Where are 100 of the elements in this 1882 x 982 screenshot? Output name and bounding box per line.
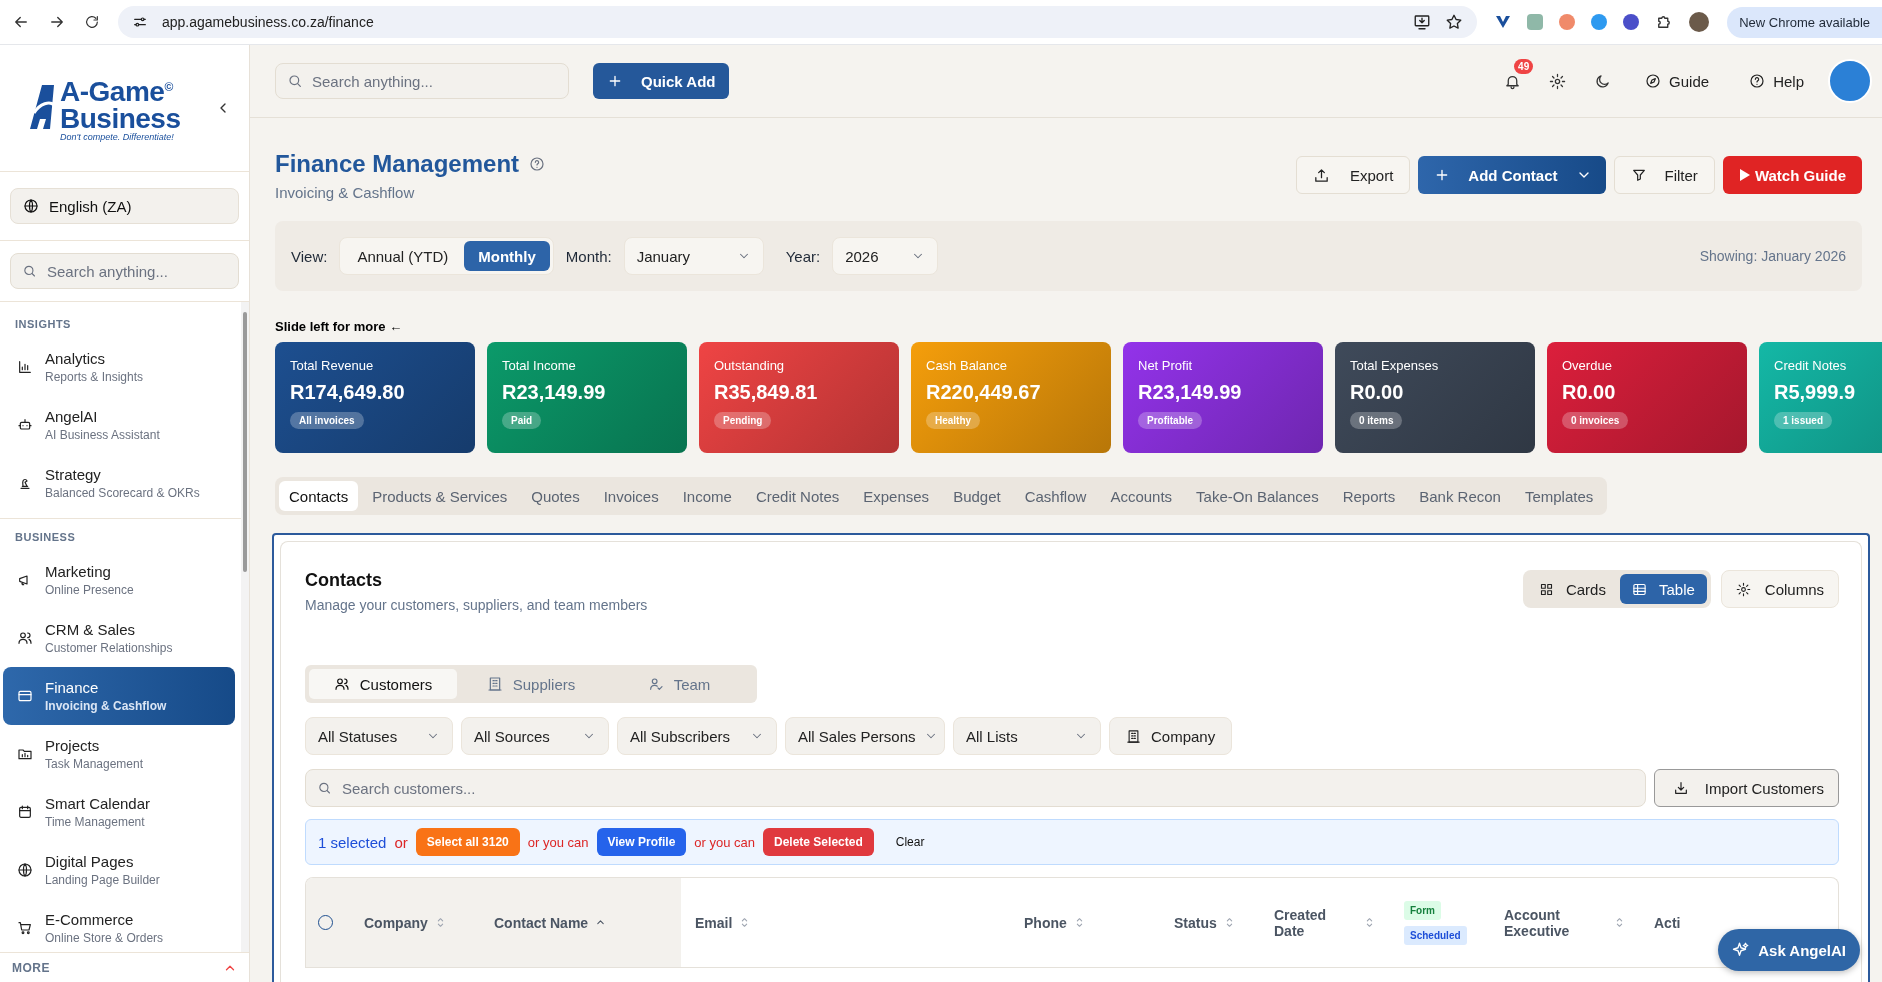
export-button[interactable]: Export [1296,156,1411,194]
logo-text: Business [60,105,181,132]
view-mode-button[interactable]: Table [1619,574,1707,604]
nav-item[interactable]: Smart Calendar Time Management [3,783,235,841]
extension-icon[interactable] [1495,14,1512,30]
scrollbar[interactable] [241,302,249,952]
nav-item[interactable]: Marketing Online Presence [3,551,235,609]
help-link[interactable]: Help [1743,71,1810,91]
ask-ai-button[interactable]: Ask AngelAI [1718,929,1860,971]
contact-type-tab[interactable]: Team [605,669,753,699]
module-tab[interactable]: Templates [1514,481,1604,511]
star-icon [1445,13,1464,31]
year-dropdown[interactable]: 2026 [832,237,939,275]
company-button[interactable]: Company [1109,717,1233,755]
cart-icon [17,920,33,936]
module-tab[interactable]: Products & Services [362,481,518,511]
nav-item[interactable]: CRM & Sales Customer Relationships [3,609,235,667]
columns-button[interactable]: Columns [1720,570,1839,608]
stat-title: Total Revenue [290,358,374,373]
language-selector[interactable]: English (ZA) [10,188,239,224]
selection-action-button[interactable]: View Profile [596,828,687,856]
contact-type-tab[interactable]: Customers [309,669,457,699]
clear-button[interactable]: Clear [889,834,931,850]
people-icon [333,676,350,692]
column-header[interactable]: Email [695,914,733,931]
selection-note: or you can [694,834,755,850]
filter-dropdown[interactable]: All Lists [953,717,1101,755]
nav-item-subtitle: Task Management [45,757,144,771]
nav-item[interactable]: E-Commerce Online Store & Orders [3,899,235,952]
year-label: Year: [785,247,821,265]
module-tab[interactable]: Cashflow [1014,481,1097,511]
selection-note: or [394,833,408,851]
module-tab[interactable]: Bank Recon [1409,481,1511,511]
play-icon [1738,169,1751,181]
column-header[interactable]: Account Executive [1504,906,1607,939]
column-header[interactable]: Contact Name [494,914,589,931]
add-contact-button[interactable]: Add Contact [1418,156,1606,194]
module-tab[interactable]: Reports [1332,481,1406,511]
filter-dropdown[interactable]: All Statuses [305,717,453,755]
month-label: Month: [565,247,612,265]
module-tab[interactable]: Invoices [593,481,669,511]
filter-icon [1630,167,1647,183]
view-option[interactable]: Monthly [464,241,550,271]
stat-title: Net Profit [1138,358,1193,373]
filter-dropdown[interactable]: All Sources [461,717,609,755]
address-bar[interactable]: app.agamebusiness.co.za/finance [118,6,1478,38]
column-badge: Scheduled [1404,925,1467,945]
search-field[interactable]: Search anything... [275,63,569,99]
module-tab[interactable]: Expenses [853,481,940,511]
module-tab[interactable]: Contacts [279,481,359,511]
nav-item[interactable]: Projects Task Management [3,725,235,783]
nav-item-title: E-Commerce [45,911,135,928]
search-icon [317,780,332,796]
view-option[interactable]: Annual (YTD) [343,241,463,271]
filter-dropdown[interactable]: All Subscribers [617,717,777,755]
column-header[interactable]: Phone [1024,914,1067,931]
column-header[interactable]: Created Date [1274,906,1357,939]
module-tab[interactable]: Take-On Balances [1186,481,1329,511]
import-button[interactable]: Import Customers [1653,769,1839,807]
module-tab[interactable]: Income [672,481,742,511]
column-header[interactable]: Acti [1654,914,1681,931]
globe-icon [23,198,39,214]
chart-icon [17,359,33,375]
selection-action-button[interactable]: Delete Selected [763,828,874,856]
scroll-hint: Slide left for more ← [275,319,404,334]
contact-type-tab[interactable]: Suppliers [457,669,605,699]
guide-link[interactable]: Guide [1639,71,1716,91]
extension-icon[interactable] [1623,14,1640,30]
logo-tagline: Don't compete. Differentiate! [60,131,175,142]
watch-guide-button[interactable]: Watch Guide [1722,156,1862,194]
module-tab[interactable]: Quotes [521,481,590,511]
module-tab[interactable]: Budget [943,481,1011,511]
user-avatar[interactable] [1828,59,1872,103]
stat-value: R23,149.99 [1138,381,1242,404]
card-icon [17,688,33,704]
view-mode-button[interactable]: Cards [1526,574,1618,604]
moon-icon [1594,72,1612,90]
module-tab[interactable]: Accounts [1100,481,1183,511]
stat-badge: Profitable [1138,412,1203,429]
notification-badge: 49 [1514,58,1534,74]
nav-item[interactable]: Strategy Balanced Scorecard & OKRs [3,454,235,512]
update-button[interactable]: New Chrome available [1727,6,1882,38]
search-field[interactable]: Search anything... [10,253,239,289]
column-header[interactable]: Company [364,914,428,931]
month-dropdown[interactable]: January [623,237,764,275]
folder-icon [17,746,33,762]
quick-add-button[interactable]: Quick Add [593,63,730,99]
filter-dropdown[interactable]: All Sales Persons [785,717,945,755]
nav-item-title: Projects [45,737,101,754]
nav-item[interactable]: AngelAI AI Business Assistant [3,396,235,454]
module-tab[interactable]: Credit Notes [745,481,850,511]
gear-icon [1549,72,1567,90]
filter-button[interactable]: Filter [1613,156,1715,194]
search-field[interactable]: Search customers... [305,769,1646,807]
nav-item[interactable]: Analytics Reports & Insights [3,338,235,396]
profile-avatar[interactable] [1689,12,1710,32]
nav-item[interactable]: Digital Pages Landing Page Builder [3,841,235,899]
nav-item[interactable]: Finance Invoicing & Cashflow [3,667,235,725]
column-header[interactable]: Status [1174,914,1217,931]
nav-item-subtitle: Customer Relationships [45,641,173,655]
